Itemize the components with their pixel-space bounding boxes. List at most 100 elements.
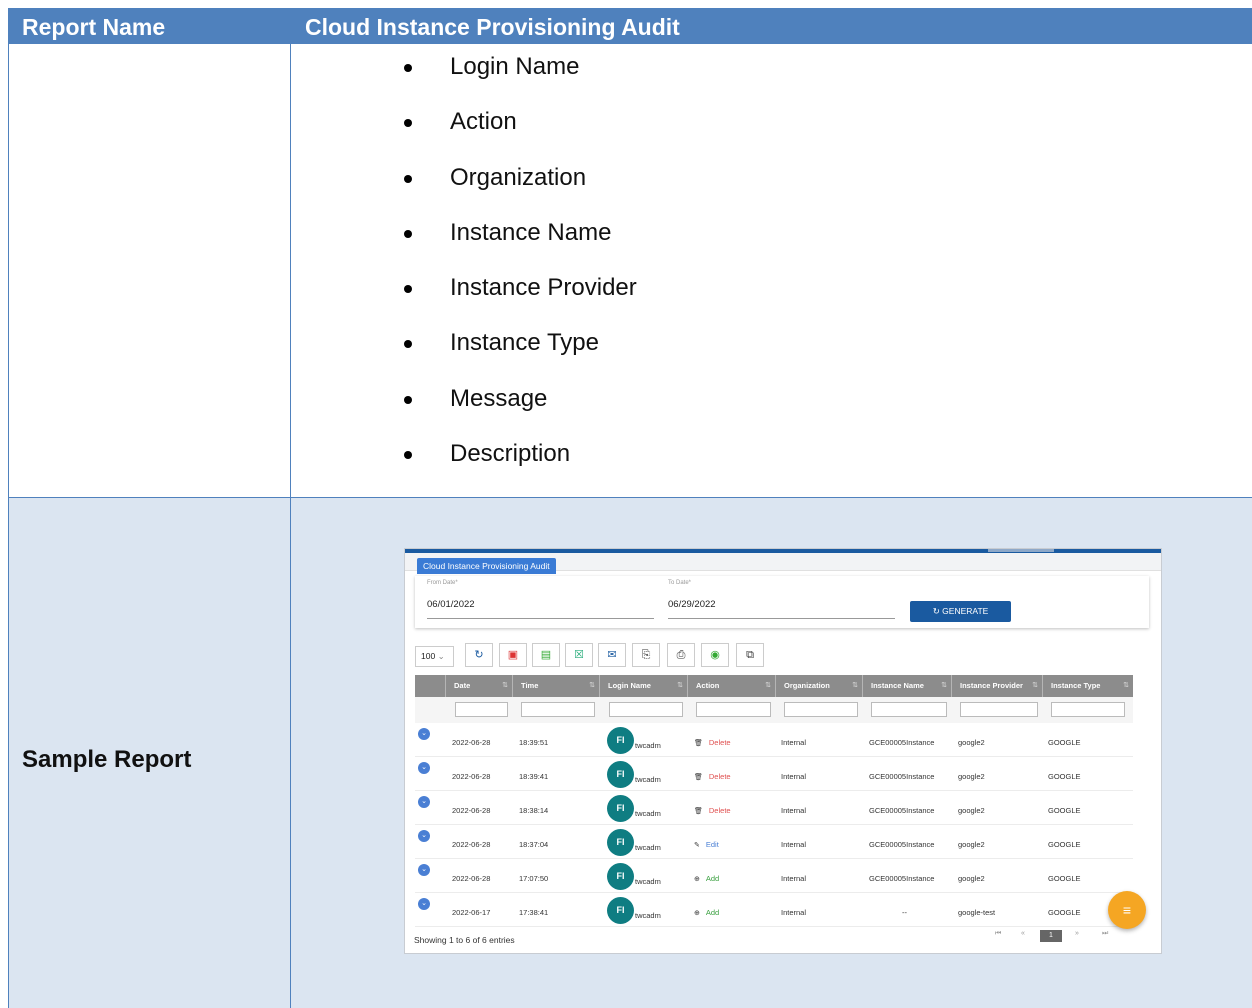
avatar: FI (607, 897, 634, 924)
expand-row-icon[interactable]: ⌄ (418, 762, 430, 774)
expand-row-icon[interactable]: ⌄ (418, 796, 430, 808)
filter-org-input[interactable] (784, 702, 858, 717)
table-row[interactable]: ⌄ 2022-06-17 17:38:41 FI twcadm ⊕ Add Internal -… (415, 893, 1133, 927)
col-instance-type[interactable]: Instance Type ⇅ (1042, 675, 1133, 697)
next-page-icon[interactable]: » (1075, 930, 1079, 937)
cell-action: 🗑 Delete (694, 738, 731, 747)
copy-icon[interactable]: ⎘ (632, 643, 660, 667)
from-date-underline (427, 618, 654, 619)
filter-instance-input[interactable] (871, 702, 947, 717)
table-header: Report Name Cloud Instance Provisioning … (8, 8, 1252, 44)
expand-row-icon[interactable]: ⌄ (418, 898, 430, 910)
action-label: Delete (708, 772, 731, 781)
tab-strip: Cloud Instance Provisioning Audit (405, 553, 1161, 574)
trash-icon: 🗑 (694, 808, 703, 815)
cell-date: 2022-06-28 (452, 806, 491, 815)
columns-icon[interactable]: ⧉ (736, 643, 764, 667)
filter-login-input[interactable] (609, 702, 683, 717)
tab-cloud-audit[interactable]: Cloud Instance Provisioning Audit (417, 558, 556, 574)
action-label: Delete (708, 806, 731, 815)
page-size-select[interactable]: 100 ⌄ (415, 646, 454, 667)
field-item: Description (400, 439, 637, 494)
filter-panel: From Date* 06/01/2022 To Date* 06/29/202… (415, 576, 1149, 628)
add-icon: ⊕ (694, 910, 700, 917)
field-item: Instance Name (400, 218, 637, 273)
col-login-name[interactable]: Login Name ⇅ (599, 675, 687, 697)
filter-action-input[interactable] (696, 702, 771, 717)
cell-action: ⊕ Add (694, 874, 719, 883)
cell-date: 2022-06-28 (452, 738, 491, 747)
page-size-value: 100 (421, 651, 436, 661)
cell-provider: google2 (958, 738, 985, 747)
cell-instance-name: GCE00005Instance (869, 772, 935, 781)
cell-time: 18:38:14 (519, 806, 549, 815)
last-page-icon[interactable]: ⏭ (1102, 930, 1108, 938)
sort-icon: ⇅ (677, 682, 683, 689)
expand-row-icon[interactable]: ⌄ (418, 830, 430, 842)
grid-header: Date ⇅ Time ⇅ Login Name ⇅ Action ⇅ Organiza… (415, 675, 1133, 697)
col-organization[interactable]: Organization ⇅ (775, 675, 862, 697)
print-icon[interactable]: ⎙ (667, 643, 695, 667)
table-row[interactable]: ⌄ 2022-06-28 18:39:41 FI twcadm 🗑 Delete Intern… (415, 757, 1133, 791)
sort-icon: ⇅ (1123, 682, 1129, 689)
col-instance-provider[interactable]: Instance Provider ⇅ (951, 675, 1042, 697)
edit-icon: ✎ (694, 842, 700, 849)
report-title: Cloud Instance Provisioning Audit (305, 14, 680, 40)
table-row[interactable]: ⌄ 2022-06-28 18:38:14 FI twcadm 🗑 Delete Intern… (415, 791, 1133, 825)
visibility-icon[interactable]: ◉ (701, 643, 729, 667)
prev-page-icon[interactable]: « (1021, 930, 1025, 937)
cell-login: twcadm (635, 877, 661, 886)
expand-row-icon[interactable]: ⌄ (418, 728, 430, 740)
cell-time: 18:39:41 (519, 772, 549, 781)
action-label: Delete (708, 738, 731, 747)
cell-type: GOOGLE (1048, 772, 1081, 781)
field-item: Login Name (400, 52, 637, 107)
expand-row-icon[interactable]: ⌄ (418, 864, 430, 876)
sort-icon: ⇅ (589, 682, 595, 689)
add-icon: ⊕ (694, 876, 700, 883)
col-action[interactable]: Action ⇅ (687, 675, 775, 697)
cell-instance-name: GCE00005Instance (869, 738, 935, 747)
cell-type: GOOGLE (1048, 908, 1081, 917)
col-instance-name[interactable]: Instance Name ⇅ (862, 675, 951, 697)
cell-organization: Internal (781, 738, 807, 747)
to-date-field[interactable]: 06/29/2022 (668, 599, 716, 610)
document-table: Report Name Cloud Instance Provisioning … (0, 0, 1252, 1008)
cell-login: twcadm (635, 911, 661, 920)
from-date-field[interactable]: 06/01/2022 (427, 599, 475, 610)
sample-report-screenshot: Cloud Instance Provisioning Audit From D… (404, 548, 1162, 954)
menu-fab-icon[interactable]: ≡ (1108, 891, 1146, 929)
filter-date-input[interactable] (455, 702, 508, 717)
filter-type-input[interactable] (1051, 702, 1125, 717)
to-date-underline (668, 618, 895, 619)
cell-provider: google2 (958, 772, 985, 781)
table-row[interactable]: ⌄ 2022-06-28 18:37:04 FI twcadm ✎ Edit Internal… (415, 825, 1133, 859)
cell-date: 2022-06-28 (452, 874, 491, 883)
page-button[interactable]: 1 (1040, 930, 1062, 942)
pdf-icon[interactable]: ▣ (499, 643, 527, 667)
filter-provider-input[interactable] (960, 702, 1038, 717)
generate-button[interactable]: ↻ GENERATE (910, 601, 1011, 622)
document-icon[interactable]: ▤ (532, 643, 560, 667)
sort-icon: ⇅ (765, 682, 771, 689)
excel-icon[interactable]: ☒ (565, 643, 593, 667)
first-page-icon[interactable]: ⏮ (995, 930, 1001, 938)
col-time[interactable]: Time ⇅ (512, 675, 599, 697)
cell-type: GOOGLE (1048, 806, 1081, 815)
filter-time-input[interactable] (521, 702, 595, 717)
refresh-icon[interactable]: ↻ (465, 643, 493, 667)
field-item: Organization (400, 163, 637, 218)
cell-organization: Internal (781, 772, 807, 781)
email-icon[interactable]: ✉ (598, 643, 626, 667)
sort-icon: ⇅ (502, 682, 508, 689)
table-row[interactable]: ⌄ 2022-06-28 17:07:50 FI twcadm ⊕ Add Internal G… (415, 859, 1133, 893)
cell-type: GOOGLE (1048, 874, 1081, 883)
cell-action: ⊕ Add (694, 908, 719, 917)
field-item: Instance Provider (400, 273, 637, 328)
table-row[interactable]: ⌄ 2022-06-28 18:39:51 FI twcadm 🗑 Delete Intern… (415, 723, 1133, 757)
cell-time: 17:07:50 (519, 874, 549, 883)
col-date[interactable]: Date ⇅ (445, 675, 512, 697)
cell-time: 17:38:41 (519, 908, 549, 917)
cell-type: GOOGLE (1048, 840, 1081, 849)
chevron-down-icon: ⌄ (437, 651, 445, 661)
